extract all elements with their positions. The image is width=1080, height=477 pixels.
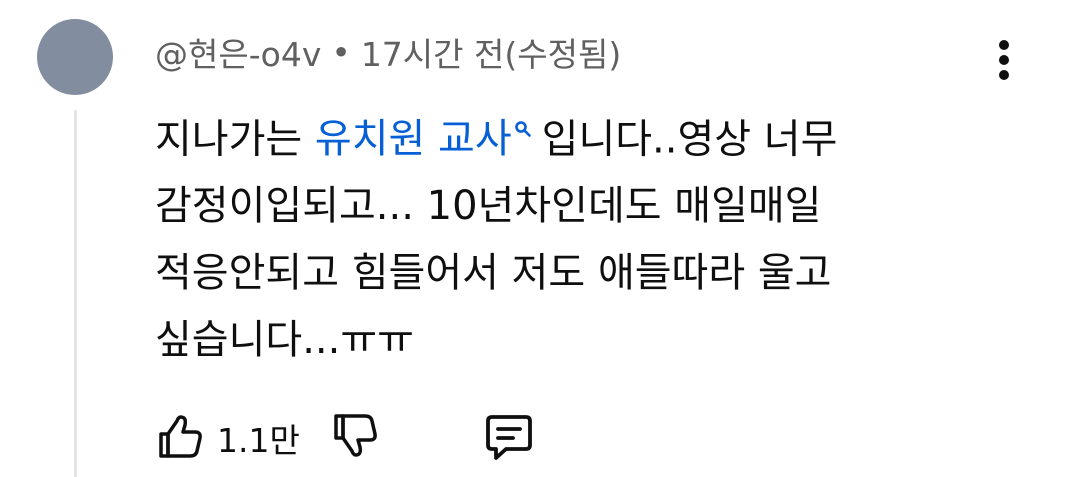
- search-link-label[interactable]: 유치원 교사: [315, 116, 512, 162]
- comment-header: @현은-o4v • 17시간 전(수정됨): [155, 28, 621, 76]
- thumbs-up-icon: [155, 411, 205, 465]
- reply-comment-icon: [482, 409, 536, 467]
- comment-text-prefix: 지나가는: [155, 116, 315, 163]
- comment-line-1: 지나가는 유치원 교사 입니다..영상 너무: [155, 92, 1035, 173]
- comment-timestamp[interactable]: 17시간 전(수정됨): [361, 28, 621, 76]
- more-options-button[interactable]: [982, 36, 1026, 84]
- more-vertical-icon-dot: [999, 55, 1009, 65]
- comment-card: @현은-o4v • 17시간 전(수정됨) 지나가는 유치원 교사 입니다..영상…: [0, 0, 1080, 477]
- author-handle[interactable]: @현은-o4v: [155, 28, 321, 76]
- like-count: 1.1만: [217, 421, 300, 460]
- header-separator: •: [331, 32, 351, 72]
- more-vertical-icon: [999, 40, 1009, 50]
- comment-line-4: 싶습니다...ㅠㅠ: [155, 317, 414, 364]
- comment-text-suffix: 입니다..영상 너무: [541, 116, 838, 163]
- search-link[interactable]: 유치원 교사: [315, 116, 542, 162]
- more-vertical-icon-dot: [999, 70, 1009, 80]
- comment-line-2: 감정이입되고... 10년차인데도 매일매일: [155, 183, 822, 230]
- comment-text: 지나가는 유치원 교사 입니다..영상 너무 감정이입되고... 10년차인데도 …: [155, 92, 1035, 374]
- avatar[interactable]: [37, 19, 113, 95]
- search-icon[interactable]: [514, 92, 532, 159]
- comment-line-3: 적응안되고 힘들어서 저도 애들따라 울고: [155, 250, 832, 297]
- reply-button[interactable]: [482, 409, 536, 467]
- dislike-button[interactable]: [330, 411, 380, 465]
- comment-actions: 1.1만: [155, 410, 536, 466]
- like-button[interactable]: [155, 411, 205, 465]
- thread-line: [74, 110, 77, 477]
- thumbs-down-icon: [330, 411, 380, 465]
